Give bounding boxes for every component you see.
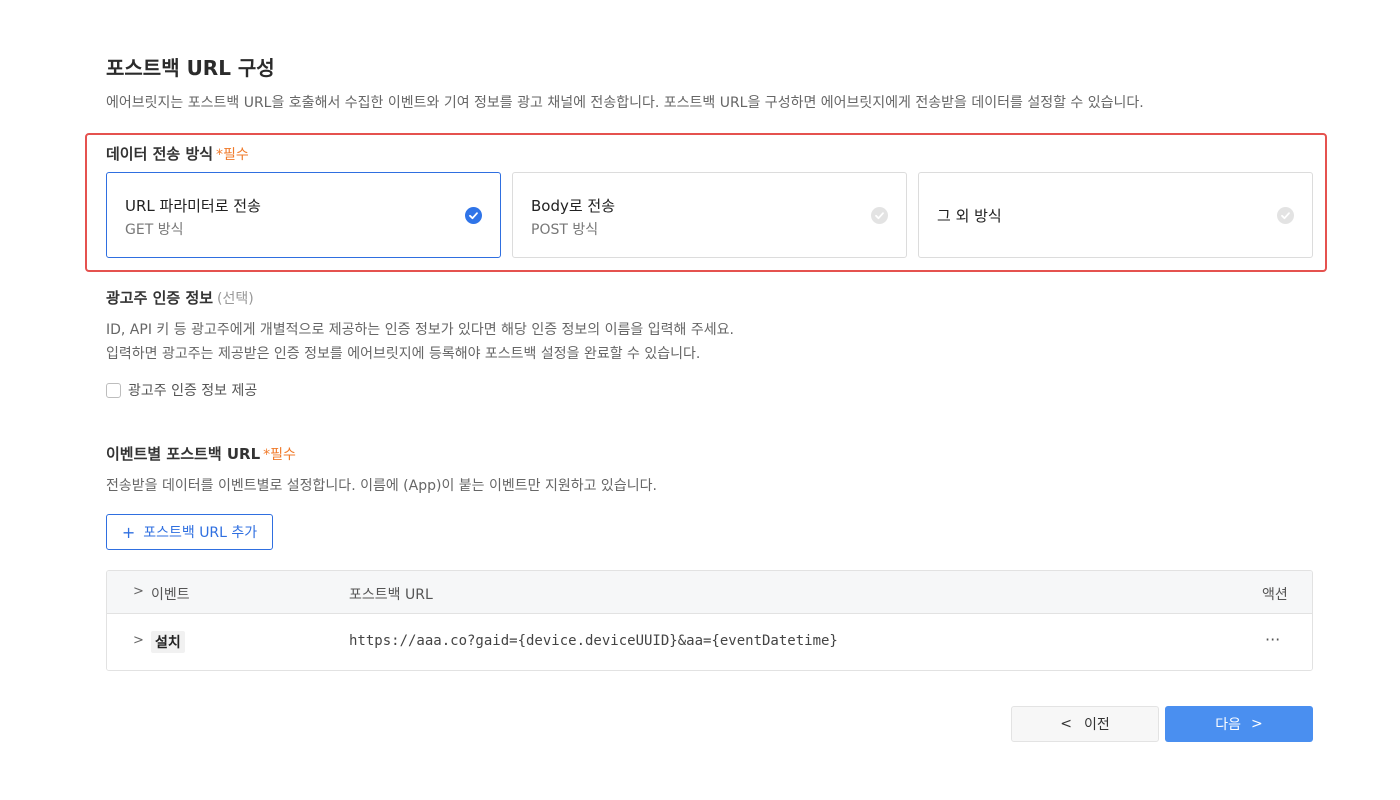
advertiser-auth-label: 광고주 인증 정보 (선택) (106, 287, 254, 308)
advertiser-auth-desc-1: ID, API 키 등 광고주에게 개별적으로 제공하는 인증 정보가 있다면 … (106, 322, 734, 338)
add-postback-url-button[interactable]: + 포스트백 URL 추가 (106, 514, 273, 550)
checkbox-label: 광고주 인증 정보 제공 (128, 383, 258, 399)
method-card-subtitle: GET 방식 (125, 222, 184, 238)
postback-table: > 이벤트 포스트백 URL 액션 > 설치 https://aaa.co?ga… (106, 570, 1313, 671)
next-button-label: 다음 (1215, 717, 1242, 733)
method-card-other[interactable]: 그 외 방식 (918, 172, 1313, 258)
transfer-method-label: 데이터 전송 방식 *필수 (106, 143, 249, 164)
expand-all-chevron-icon[interactable]: > (133, 584, 144, 599)
optional-mark: (선택) (217, 291, 254, 307)
method-card-title: 그 외 방식 (937, 207, 1002, 225)
postback-url-cell: https://aaa.co?gaid={device.deviceUUID}&… (349, 633, 838, 649)
transfer-method-label-text: 데이터 전송 방식 (106, 145, 214, 163)
check-circle-icon (871, 207, 888, 224)
event-name-cell: 설치 (151, 631, 185, 653)
required-mark: *필수 (216, 147, 249, 163)
page-description: 에어브릿지는 포스트백 URL을 호출해서 수집한 이벤트와 기여 정보를 광고… (106, 95, 1144, 111)
method-card-title: Body로 전송 (531, 197, 616, 215)
event-postback-desc: 전송받을 데이터를 이벤트별로 설정합니다. 이름에 (App)이 붙는 이벤트… (106, 478, 657, 494)
event-postback-label-text: 이벤트별 포스트백 URL (106, 445, 261, 463)
expand-row-chevron-icon[interactable]: > (133, 633, 144, 648)
column-header-event: 이벤트 (151, 587, 190, 603)
column-header-action: 액션 (1262, 587, 1288, 603)
table-row[interactable]: > 설치 https://aaa.co?gaid={device.deviceU… (107, 614, 1312, 670)
check-circle-icon (465, 207, 482, 224)
chevron-right-icon: > (1251, 716, 1263, 732)
check-circle-icon (1277, 207, 1294, 224)
table-header: > 이벤트 포스트백 URL 액션 (107, 571, 1312, 614)
method-card-url-params[interactable]: URL 파라미터로 전송 GET 방식 (106, 172, 501, 258)
event-postback-label: 이벤트별 포스트백 URL *필수 (106, 443, 296, 464)
method-card-body[interactable]: Body로 전송 POST 방식 (512, 172, 907, 258)
chevron-left-icon: < (1060, 716, 1072, 732)
method-card-subtitle: POST 방식 (531, 222, 599, 238)
prev-button[interactable]: < 이전 (1011, 706, 1159, 742)
method-card-title: URL 파라미터로 전송 (125, 197, 261, 215)
advertiser-auth-desc-2: 입력하면 광고주는 제공받은 인증 정보를 에어브릿지에 등록해야 포스트백 설… (106, 346, 701, 362)
more-actions-icon[interactable]: ··· (1265, 630, 1280, 649)
checkbox[interactable] (106, 382, 121, 398)
page-title: 포스트백 URL 구성 (106, 56, 275, 80)
advertiser-auth-label-text: 광고주 인증 정보 (106, 289, 214, 307)
plus-icon: + (121, 522, 136, 542)
event-chip: 설치 (151, 631, 185, 653)
prev-button-label: 이전 (1083, 717, 1110, 733)
advertiser-auth-checkbox[interactable]: 광고주 인증 정보 제공 (106, 380, 257, 400)
next-button[interactable]: 다음 > (1165, 706, 1313, 742)
required-mark: *필수 (263, 447, 296, 463)
add-postback-url-label: 포스트백 URL 추가 (143, 525, 258, 541)
column-header-url: 포스트백 URL (349, 587, 433, 603)
